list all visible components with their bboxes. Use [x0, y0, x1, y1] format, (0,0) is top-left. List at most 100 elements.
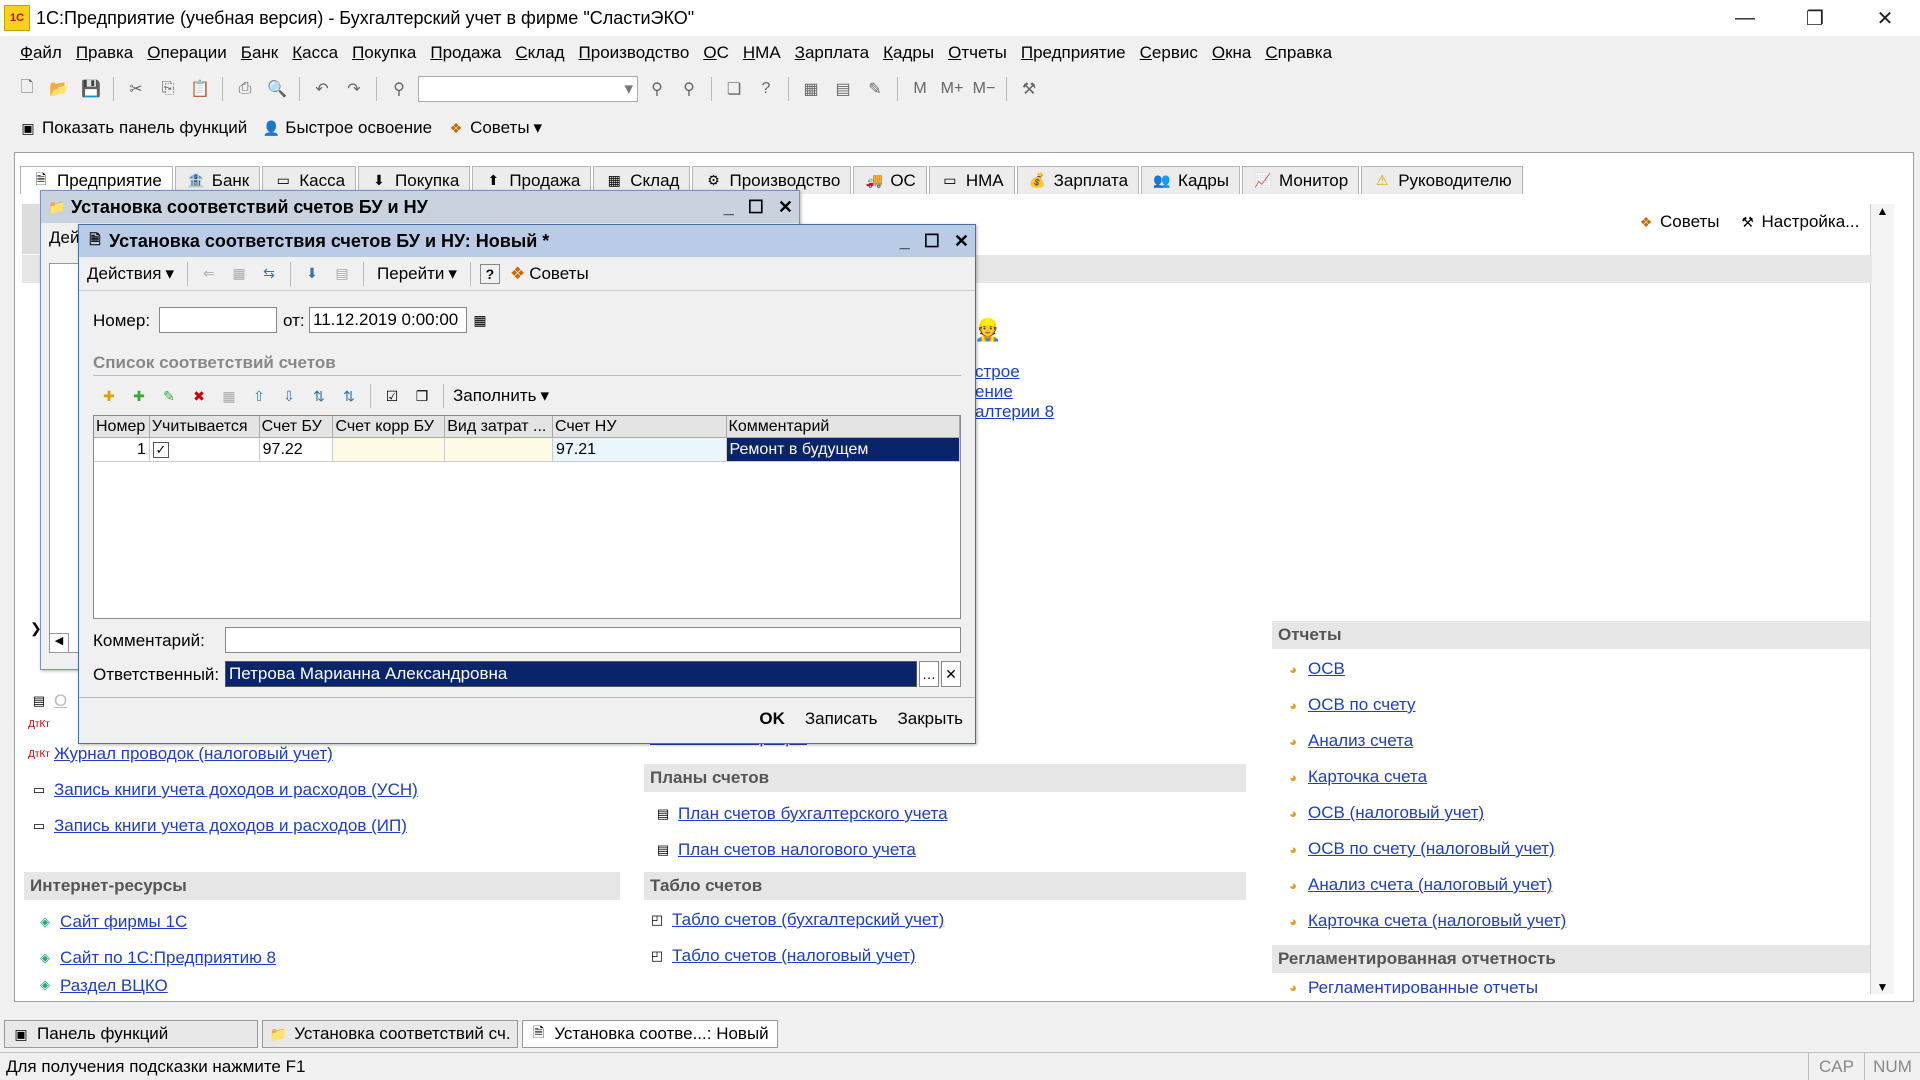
move-down-icon[interactable]: ⇩ [277, 384, 301, 408]
delete-row-icon[interactable]: ✖ [187, 384, 211, 408]
close-icon[interactable]: ✕ [1850, 0, 1920, 36]
taskbar-item-2[interactable]: 🗎 Установка соотве...: Новый * [522, 1020, 778, 1048]
cell-cost_type[interactable] [445, 438, 553, 462]
undo-icon[interactable]: ↶ [309, 76, 335, 102]
clear-icon[interactable]: ✕ [941, 661, 961, 687]
link-plan-nu[interactable]: План счетов налогового учета [678, 840, 916, 860]
cut-icon[interactable]: ✂ [123, 76, 149, 102]
add-copy-icon[interactable]: ✚ [127, 384, 151, 408]
menu-3[interactable]: Банк [241, 43, 278, 63]
add-row-icon[interactable]: ✚ [97, 384, 121, 408]
form-maximize-icon[interactable]: ☐ [924, 231, 940, 252]
unpost-icon[interactable]: ▤ [330, 262, 354, 286]
find-prev-icon[interactable]: ⚲ [676, 76, 702, 102]
help-calc-icon[interactable]: ? [753, 76, 779, 102]
link-journal-nu[interactable]: Журнал проводок (налоговый учет) [54, 744, 333, 764]
open-icon[interactable]: 📂 [46, 76, 72, 102]
menu-8[interactable]: Производство [579, 43, 690, 63]
m-icon[interactable]: M [907, 76, 933, 102]
redo-icon[interactable]: ↷ [341, 76, 367, 102]
menu-6[interactable]: Продажа [430, 43, 501, 63]
report-link-6[interactable]: Анализ счета (налоговый учет) [1308, 875, 1552, 895]
link-partial-hidden[interactable]: О [54, 691, 67, 711]
menu-5[interactable]: Покупка [352, 43, 416, 63]
back-arrow-icon[interactable]: ⇐ [197, 262, 221, 286]
move-up-icon[interactable]: ⇧ [247, 384, 271, 408]
paste-icon[interactable]: 📋 [187, 76, 213, 102]
tips-button[interactable]: ❖ Советы ▾ [446, 118, 542, 138]
print-icon[interactable]: ⎙ [232, 76, 258, 102]
report-link-4[interactable]: ОСВ (налоговый учет) [1308, 803, 1484, 823]
back-maximize-icon[interactable]: ☐ [748, 197, 764, 218]
report-link-7[interactable]: Карточка счета (налоговый учет) [1308, 911, 1566, 931]
link-usn-book[interactable]: Запись книги учета доходов и расходов (У… [54, 780, 418, 800]
panel-tips-button[interactable]: ❖ Советы [1636, 212, 1720, 232]
menu-9[interactable]: ОС [703, 43, 729, 63]
sort-desc-icon[interactable]: ⇅ [337, 384, 361, 408]
calendar-icon[interactable]: ▤ [830, 76, 856, 102]
sort-asc-icon[interactable]: ⇅ [307, 384, 331, 408]
cell-comment[interactable]: Ремонт в будущем [726, 438, 960, 462]
quick-learn-link-1[interactable]: строе [975, 362, 1054, 382]
collapse-left-icon[interactable]: ❯ [30, 620, 42, 637]
responsible-input[interactable]: Петрова Марианна Александровна [225, 661, 917, 687]
panel-settings-button[interactable]: ⚒ Настройка... [1737, 212, 1859, 232]
tab-11[interactable]: 📈 Монитор [1242, 166, 1360, 194]
help-icon[interactable]: ? [479, 263, 500, 284]
back-minimize-icon[interactable]: _ [724, 197, 734, 218]
end-edit-icon[interactable]: ▦ [217, 384, 241, 408]
report-link-0[interactable]: ОСВ [1308, 659, 1345, 679]
link-tablo-nu[interactable]: Табло счетов (налоговый учет) [672, 946, 916, 966]
menu-2[interactable]: Операции [147, 43, 227, 63]
settings-tools-icon[interactable]: ⚒ [1016, 76, 1042, 102]
cell-acc_corr[interactable] [333, 438, 446, 462]
goto-menu[interactable]: Перейти ▾ [373, 264, 461, 284]
grid-col-1[interactable]: Учитывается [149, 416, 260, 438]
cell-num[interactable]: 1 [94, 438, 150, 462]
menu-14[interactable]: Предприятие [1021, 43, 1126, 63]
search-combo[interactable] [418, 76, 638, 102]
menu-12[interactable]: Кадры [883, 43, 934, 63]
actions-menu[interactable]: Действия ▾ [83, 264, 178, 284]
comment-input[interactable] [225, 627, 961, 653]
ok-button[interactable]: OK [759, 709, 785, 729]
close-button[interactable]: Закрыть [898, 709, 963, 729]
back-scroll-left-icon[interactable]: ◀ [49, 633, 69, 653]
show-panel-button[interactable]: ▣ Показать панель функций [18, 118, 247, 138]
edit-row-icon[interactable]: ✎ [157, 384, 181, 408]
report-link-1[interactable]: ОСВ по счету [1308, 695, 1415, 715]
link-cut[interactable]: Раздел ВЦКО [60, 976, 168, 996]
minimize-icon[interactable]: — [1710, 0, 1780, 36]
checkbox[interactable]: ✓ [152, 441, 169, 458]
menu-7[interactable]: Склад [515, 43, 564, 63]
menu-4[interactable]: Касса [292, 43, 338, 63]
tab-7[interactable]: 🚚 ОС [853, 166, 927, 194]
quick-learn-link-3[interactable]: алтерии 8 [975, 402, 1054, 422]
tab-8[interactable]: ▭ НМА [928, 166, 1015, 194]
binoculars-icon[interactable]: ⚲ [386, 76, 412, 102]
post-icon[interactable]: ⬇ [300, 262, 324, 286]
grid-col-4[interactable]: Вид затрат ... [445, 416, 553, 438]
link-plan-bu[interactable]: План счетов бухгалтерского учета [678, 804, 948, 824]
grid-col-3[interactable]: Счет корр БУ [333, 416, 446, 438]
vertical-scrollbar[interactable]: ▲ ▼ [1870, 204, 1894, 994]
new-doc-icon[interactable]: 🗋 [14, 76, 40, 102]
exchange-icon[interactable]: ⇆ [257, 262, 281, 286]
report-link-2[interactable]: Анализ счета [1308, 731, 1413, 751]
taskbar-item-1[interactable]: 📁 Установка соответствий сч... [262, 1020, 518, 1048]
tab-10[interactable]: 👥 Кадры [1141, 166, 1240, 194]
number-input[interactable] [159, 307, 277, 333]
menu-1[interactable]: Правка [76, 43, 133, 63]
structure-icon[interactable]: ▦ [227, 262, 251, 286]
taskbar-item-0[interactable]: ▣ Панель функций [4, 1020, 258, 1048]
form-close-icon[interactable]: ✕ [954, 231, 969, 252]
save-button[interactable]: Записать [805, 709, 878, 729]
restore-icon[interactable]: ❐ [1780, 0, 1850, 36]
link-site-enterprise[interactable]: Сайт по 1С:Предприятию 8 [60, 948, 276, 968]
cell-acc_bu[interactable]: 97.22 [259, 438, 334, 462]
menu-10[interactable]: НМА [743, 43, 781, 63]
table-row[interactable]: 1 ✓ 97.22 97.21 Ремонт в будущем [94, 438, 960, 462]
grid-col-5[interactable]: Счет НУ [552, 416, 727, 438]
link-ip-book[interactable]: Запись книги учета доходов и расходов (И… [54, 816, 407, 836]
find-next-icon[interactable]: ⚲ [644, 76, 670, 102]
